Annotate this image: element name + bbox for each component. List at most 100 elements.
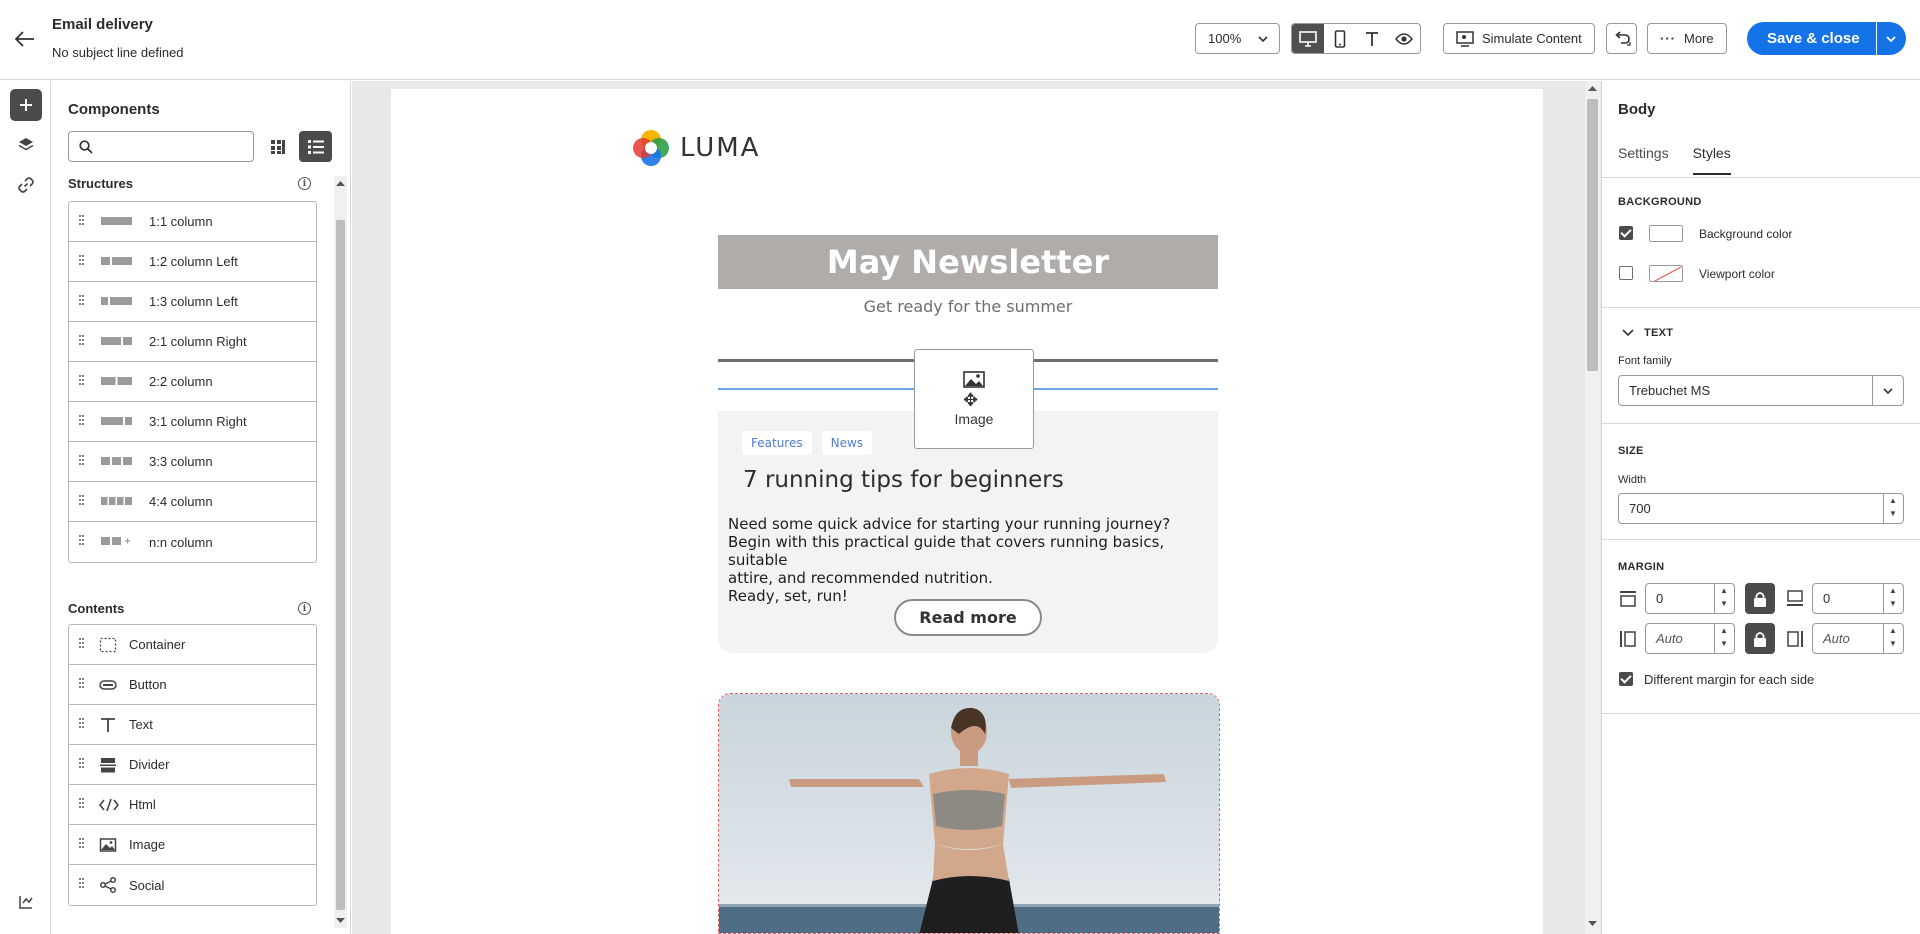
drag-handle-icon [79, 455, 85, 469]
grid-icon [271, 140, 285, 154]
chevron-down-icon[interactable] [1622, 328, 1634, 338]
tab-styles[interactable]: Styles [1692, 145, 1731, 175]
font-family-dropdown[interactable] [1872, 376, 1903, 405]
components-scrollbar[interactable] [334, 176, 347, 928]
margin-top-input[interactable]: 0 ▲ ▼ [1645, 583, 1735, 614]
layers-button[interactable] [10, 129, 42, 161]
email-canvas: LUMA May Newsletter Get ready for the su… [352, 81, 1601, 934]
info-icon[interactable]: i [298, 602, 311, 615]
divider-icon [99, 757, 117, 776]
assets-button[interactable] [10, 886, 42, 918]
content-item-divider[interactable]: Divider [69, 745, 316, 785]
article-body[interactable]: Need some quick advice for starting your… [728, 515, 1213, 605]
brand-wordmark: LUMA [680, 133, 761, 163]
drag-handle-icon [79, 678, 85, 692]
structure-item[interactable]: n:n column [69, 522, 316, 562]
list-view-button[interactable] [299, 131, 332, 162]
structure-item[interactable]: 1:3 column Left [69, 282, 316, 322]
zoom-select[interactable]: 100% [1195, 23, 1280, 54]
margin-left-icon [1620, 631, 1636, 647]
margin-right-icon [1787, 631, 1803, 647]
page-title: Email delivery [52, 16, 153, 33]
content-item-text[interactable]: Text [69, 705, 316, 745]
simulate-content-button[interactable]: Simulate Content [1443, 23, 1595, 54]
canvas-scrollbar[interactable] [1585, 81, 1600, 934]
margin-bottom-stepper[interactable]: ▲ ▼ [1883, 584, 1903, 613]
hero-image[interactable] [718, 693, 1220, 934]
margin-bottom-input[interactable]: 0 ▲ ▼ [1812, 583, 1904, 614]
content-label: Divider [129, 757, 170, 772]
back-arrow-icon[interactable] [12, 26, 38, 52]
scroll-up-icon [1588, 86, 1597, 91]
preview-button[interactable] [1388, 24, 1420, 53]
width-stepper[interactable]: ▲ ▼ [1883, 494, 1903, 523]
content-item-social[interactable]: Social [69, 865, 316, 905]
email-body[interactable]: LUMA May Newsletter Get ready for the su… [391, 89, 1543, 934]
structure-label: 3:3 column [149, 454, 213, 469]
text-icon [1366, 31, 1378, 46]
lock-vertical-margin-button[interactable] [1745, 583, 1775, 614]
search-input[interactable] [101, 139, 241, 154]
background-color-label: Background color [1699, 227, 1793, 241]
structure-item[interactable]: 2:1 column Right [69, 322, 316, 362]
save-close-button[interactable]: Save & close [1747, 22, 1876, 55]
content-item-button[interactable]: Button [69, 665, 316, 705]
add-components-button[interactable] [10, 89, 42, 121]
brand-logo[interactable]: LUMA [632, 129, 760, 167]
save-options-dropdown[interactable] [1875, 22, 1906, 55]
font-family-select[interactable]: Trebuchet MS [1618, 375, 1904, 406]
list-icon [307, 139, 324, 154]
structure-item[interactable]: 4:4 column [69, 482, 316, 522]
text-section-title[interactable]: TEXT [1644, 327, 1673, 339]
margin-right-stepper[interactable]: ▲ ▼ [1883, 624, 1903, 653]
undo-button[interactable] [1606, 23, 1637, 54]
structure-item[interactable]: 1:1 column [69, 202, 316, 242]
content-item-container[interactable]: Container [69, 625, 316, 665]
read-more-button[interactable]: Read more [894, 599, 1042, 636]
image-icon [99, 837, 117, 856]
tag-news[interactable]: News [821, 431, 873, 455]
background-color-swatch[interactable] [1649, 225, 1683, 242]
dragged-image-component[interactable]: ✥ Image [914, 349, 1034, 449]
components-scroll-area[interactable]: Structures i 1:1 column 1:2 column Left … [52, 176, 351, 934]
content-item-image[interactable]: Image [69, 825, 316, 865]
different-margin-checkbox[interactable] [1619, 672, 1633, 686]
mobile-view-button[interactable] [1324, 24, 1356, 53]
text-view-button[interactable] [1356, 24, 1388, 53]
width-input[interactable]: 700 ▲ ▼ [1618, 493, 1904, 524]
more-button[interactable]: ··· More [1647, 23, 1727, 54]
tag-features[interactable]: Features [742, 431, 812, 455]
content-item-html[interactable]: Html [69, 785, 316, 825]
margin-top-stepper[interactable]: ▲ ▼ [1714, 584, 1734, 613]
article-title[interactable]: 7 running tips for beginners [743, 467, 1064, 493]
tab-settings[interactable]: Settings [1618, 145, 1669, 175]
search-field[interactable] [68, 131, 254, 162]
structures-list: 1:1 column 1:2 column Left 1:3 column Le… [68, 201, 317, 563]
desktop-view-button[interactable] [1292, 24, 1324, 53]
structure-label: n:n column [149, 534, 213, 550]
structure-item[interactable]: 1:2 column Left [69, 242, 316, 282]
background-section-title: BACKGROUND [1618, 196, 1702, 208]
info-icon[interactable]: i [298, 177, 311, 190]
viewport-color-checkbox[interactable] [1619, 266, 1633, 280]
save-close-button-group: Save & close [1747, 22, 1906, 55]
tag-list: Features News [742, 431, 873, 455]
left-rail [0, 81, 51, 934]
newsletter-subheadline[interactable]: Get ready for the summer [718, 297, 1218, 316]
links-button[interactable] [10, 169, 42, 201]
margin-left-input[interactable]: Auto ▲ ▼ [1645, 623, 1735, 654]
lock-horizontal-margin-button[interactable] [1745, 623, 1775, 654]
margin-right-input[interactable]: Auto ▲ ▼ [1812, 623, 1904, 654]
structure-item[interactable]: 2:2 column [69, 362, 316, 402]
newsletter-headline[interactable]: May Newsletter [718, 235, 1218, 289]
scrollbar-thumb[interactable] [336, 220, 345, 910]
scrollbar-thumb[interactable] [1587, 99, 1598, 371]
viewport-color-swatch[interactable] [1649, 265, 1683, 282]
width-value: 700 [1629, 501, 1651, 516]
margin-left-stepper[interactable]: ▲ ▼ [1714, 624, 1734, 653]
structure-item[interactable]: 3:3 column [69, 442, 316, 482]
background-color-checkbox[interactable] [1619, 226, 1633, 240]
grid-view-button[interactable] [265, 134, 291, 160]
structure-label: 1:2 column Left [149, 254, 238, 269]
structure-item[interactable]: 3:1 column Right [69, 402, 316, 442]
